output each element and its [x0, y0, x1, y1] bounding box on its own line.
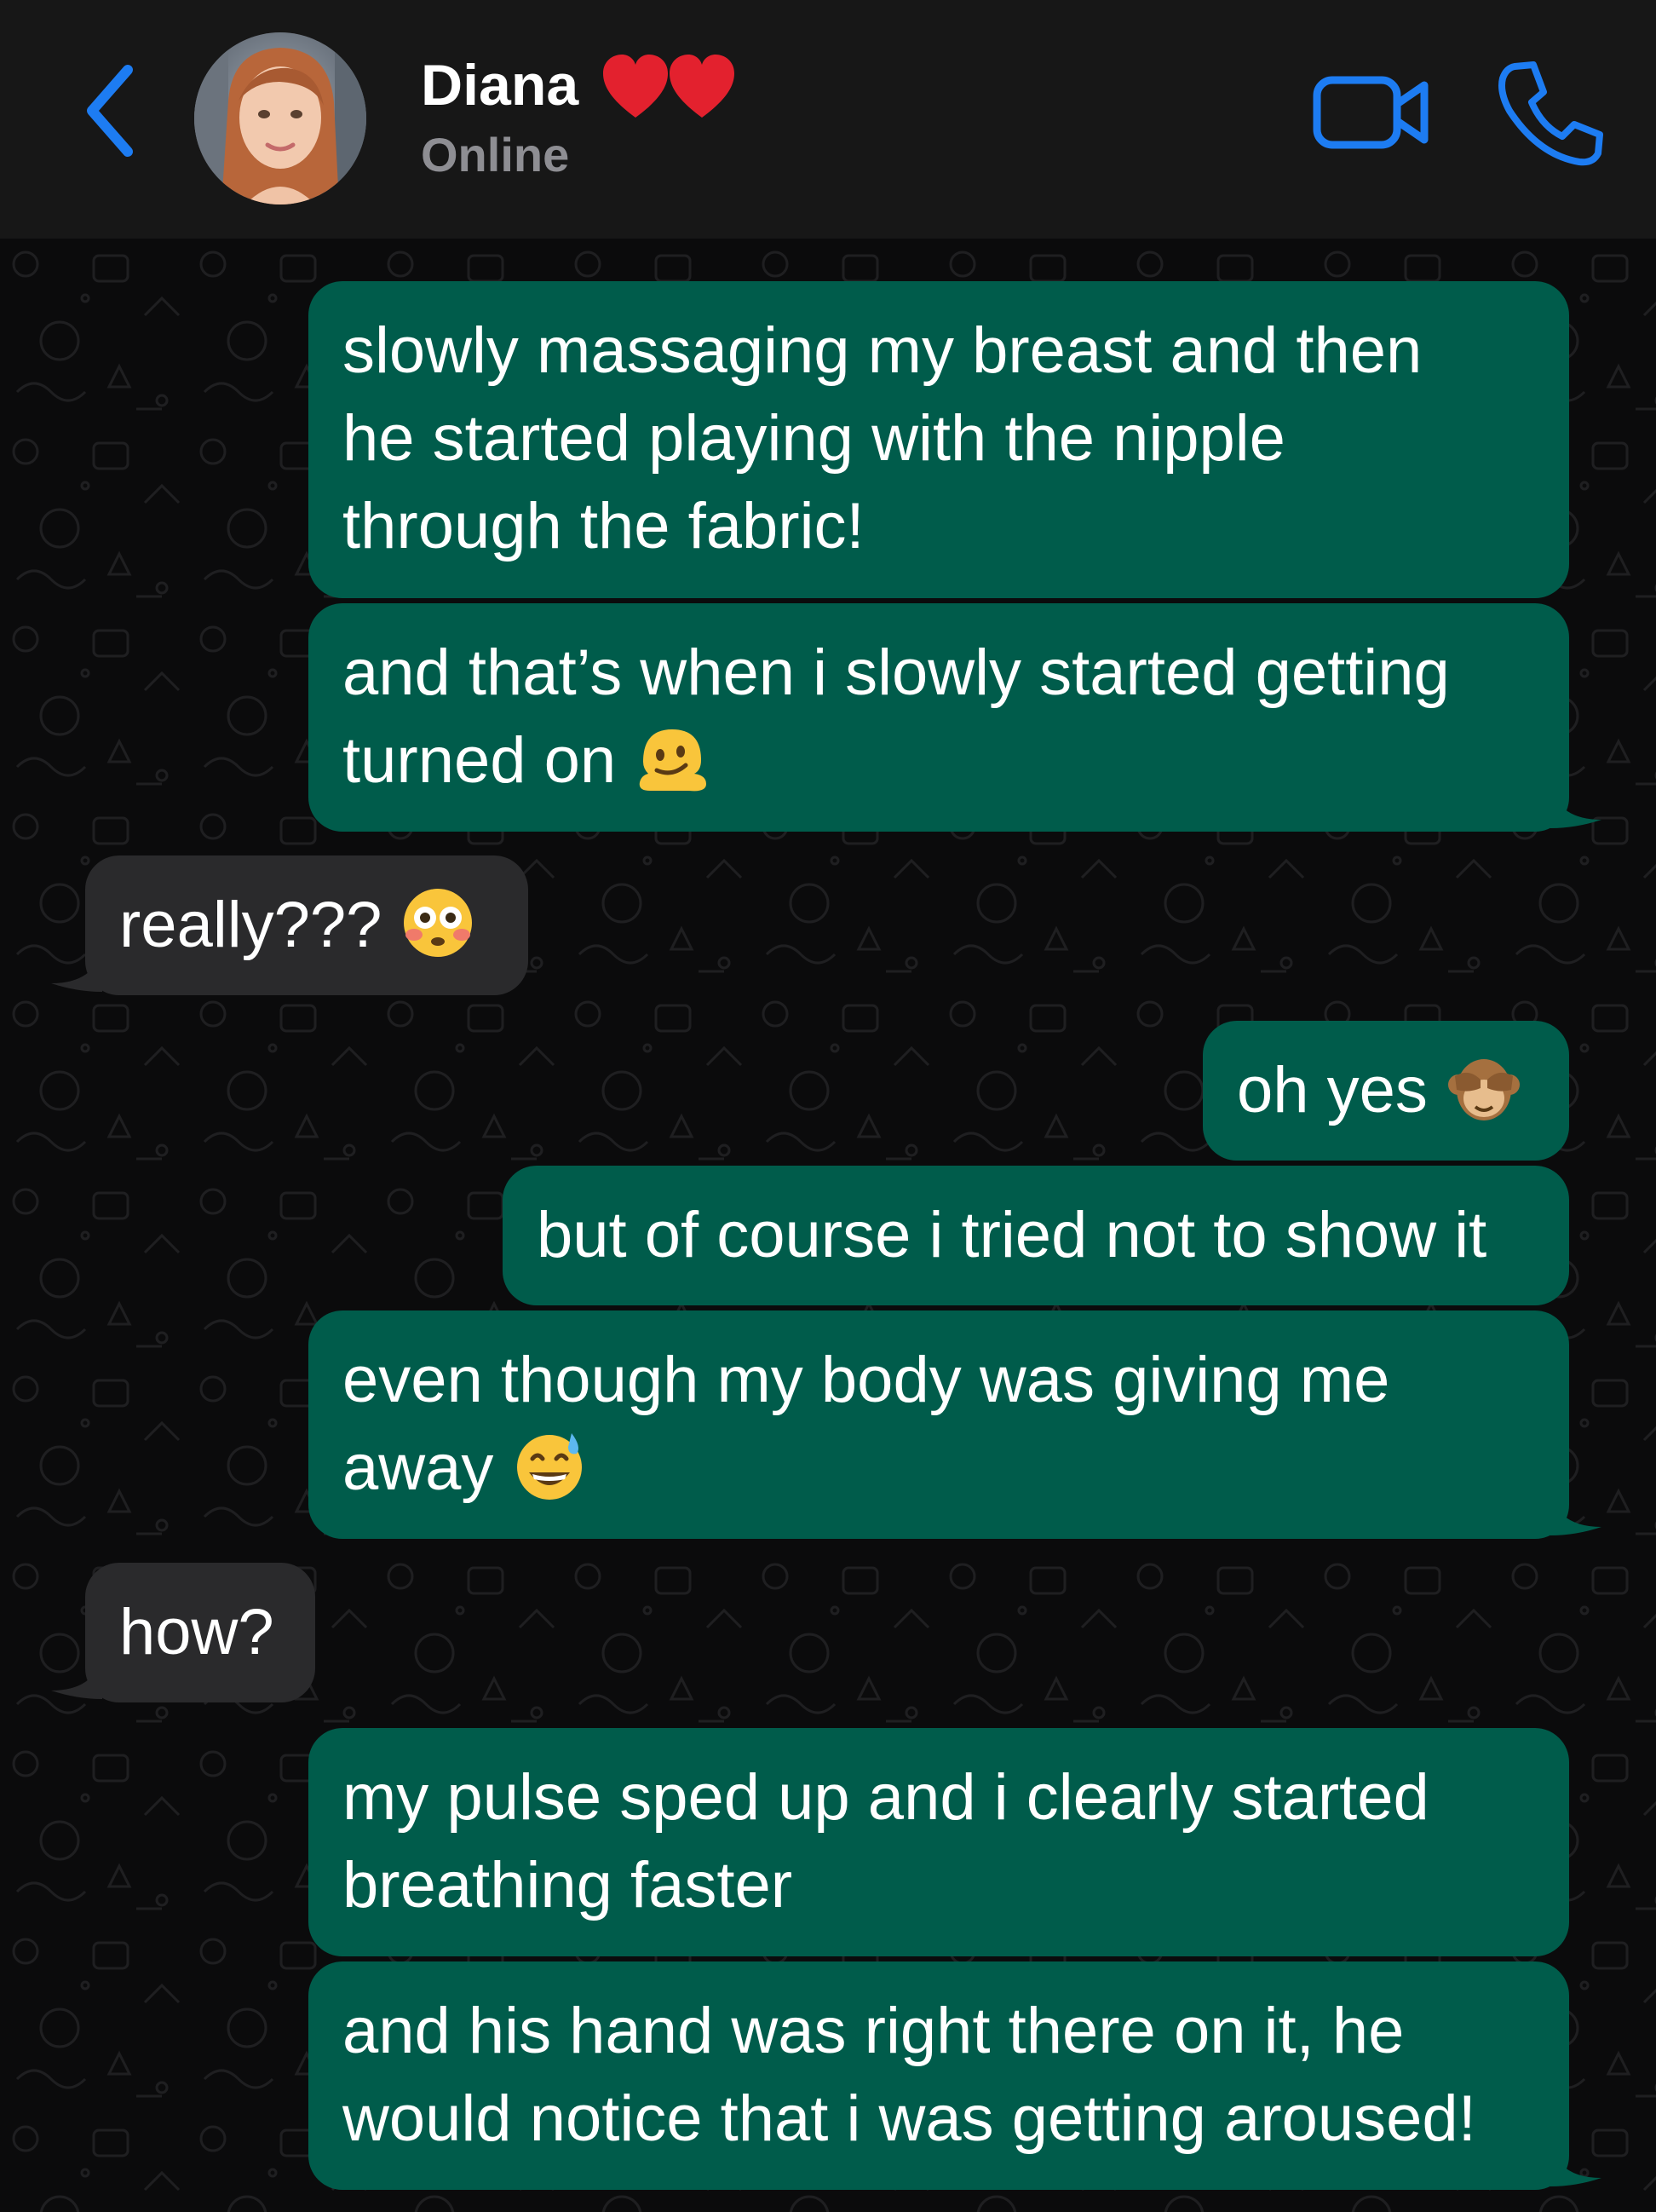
chat-area[interactable]: slowly massaging my breast and then he s… [0, 239, 1656, 2212]
see-no-evil-monkey-icon [1447, 1059, 1520, 1120]
message-text-line: would notice that i was getting aroused! [342, 2082, 1476, 2155]
message-text-line: really??? [119, 889, 382, 961]
message-bubble-incoming[interactable]: how? [85, 1563, 315, 1702]
message-text-line: he started playing with the nipple [342, 402, 1285, 475]
bubble-tail [1550, 1493, 1601, 1535]
message-text-line: oh yes [1237, 1054, 1428, 1126]
chat-header: Diana Online [0, 0, 1656, 239]
voice-call-button[interactable] [1494, 58, 1605, 169]
message-bubble-outgoing[interactable]: even though my body was giving me away [308, 1310, 1569, 1539]
message-bubble-outgoing[interactable]: my pulse sped up and i clearly started b… [308, 1728, 1569, 1956]
message-text-line: but of course i tried not to show it [537, 1199, 1487, 1271]
video-camera-icon [1313, 76, 1429, 149]
message-bubble-outgoing[interactable]: oh yes [1203, 1021, 1569, 1161]
message-text-line: turned on [342, 724, 617, 797]
message-text-line: slowly massaging my breast and then [342, 314, 1423, 387]
message-text-line: away [342, 1431, 494, 1504]
message-bubble-outgoing[interactable]: and that’s when i slowly started getting… [308, 603, 1569, 832]
grinning-face-with-sweat-icon [517, 1433, 583, 1500]
contact-name[interactable]: Diana [421, 53, 578, 118]
flushed-face-icon [404, 889, 473, 957]
melting-face-icon [639, 729, 707, 792]
bubble-tail [51, 949, 102, 992]
avatar[interactable] [194, 32, 366, 204]
phone-icon [1498, 61, 1603, 166]
message-text-line: and that’s when i slowly started getting [342, 637, 1450, 709]
bubble-tail [1550, 786, 1601, 828]
chevron-left-icon [87, 65, 133, 157]
message-text-line: and his hand was right there on it, he [342, 1995, 1405, 2067]
message-bubble-outgoing[interactable]: and his hand was right there on it, he w… [308, 1961, 1569, 2190]
back-button[interactable] [78, 60, 147, 162]
message-text-line: through the fabric! [342, 490, 865, 562]
hearts-icon [601, 51, 741, 123]
message-bubble-outgoing[interactable]: slowly massaging my breast and then he s… [308, 281, 1569, 598]
message-bubble-outgoing[interactable]: but of course i tried not to show it [503, 1166, 1569, 1305]
message-text-line: my pulse sped up and i clearly started [342, 1761, 1429, 1834]
message-text-line: how? [119, 1596, 274, 1668]
message-text-line: even though my body was giving me [342, 1344, 1390, 1416]
video-call-button[interactable] [1312, 72, 1431, 153]
contact-status: Online [421, 128, 570, 181]
message-bubble-incoming[interactable]: really??? [85, 855, 528, 995]
bubble-tail [51, 1656, 102, 1699]
message-text-line: breathing faster [342, 1849, 793, 1921]
bubble-tail [1550, 2144, 1601, 2186]
